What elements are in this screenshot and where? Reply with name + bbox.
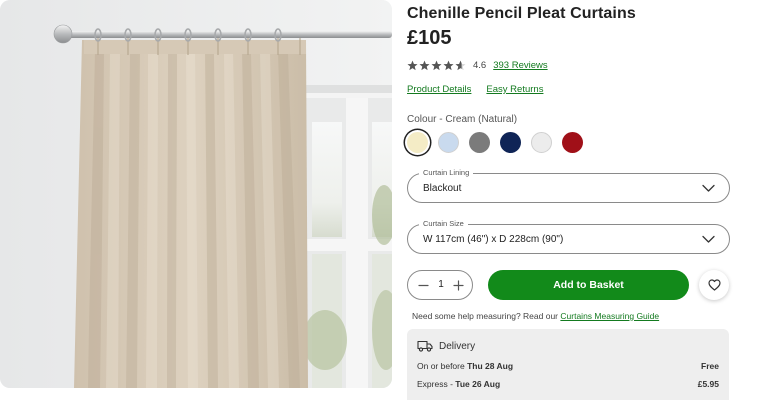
minus-icon[interactable] [417, 279, 430, 292]
delivery-date: Thu 28 Aug [467, 361, 514, 371]
heart-icon [707, 279, 721, 291]
colour-swatches [407, 132, 583, 153]
star-icon [455, 60, 466, 70]
rating-summary: 4.6 393 Reviews [407, 58, 548, 72]
star-icon [431, 60, 442, 70]
curtain-size-legend: Curtain Size [419, 219, 468, 229]
colour-swatch[interactable] [500, 132, 521, 153]
delivery-header: Delivery [417, 340, 475, 352]
chevron-down-icon [702, 235, 715, 243]
star-icon [443, 60, 454, 70]
star-icon [419, 60, 430, 70]
delivery-price: £5.95 [697, 379, 719, 389]
delivery-prefix: On or before [417, 361, 465, 371]
star-rating [407, 60, 466, 71]
chevron-down-icon [702, 184, 715, 192]
quantity-stepper: 1 [407, 270, 473, 300]
star-icon [407, 60, 418, 70]
product-title: Chenille Pencil Pleat Curtains [407, 5, 636, 22]
delivery-option-standard: On or before Thu 28 Aug Free [417, 361, 719, 371]
wishlist-button[interactable] [699, 270, 729, 300]
curtain-size-select[interactable]: Curtain Size W 117cm (46") x D 228cm (90… [407, 219, 730, 254]
delivery-date: Tue 26 Aug [455, 379, 501, 389]
colour-swatch[interactable] [407, 132, 428, 153]
delivery-price: Free [701, 361, 719, 371]
curtain-lining-select[interactable]: Curtain Lining Blackout [407, 168, 730, 203]
reviews-link[interactable]: 393 Reviews [493, 60, 547, 71]
colour-swatch[interactable] [531, 132, 552, 153]
plus-icon[interactable] [452, 279, 465, 292]
delivery-panel: Delivery On or before Thu 28 Aug Free Ex… [407, 329, 729, 400]
measuring-help: Need some help measuring? Read our Curta… [412, 311, 659, 321]
product-tabs: Product Details Easy Returns [407, 84, 543, 95]
measuring-guide-link[interactable]: Curtains Measuring Guide [560, 311, 659, 321]
product-image[interactable] [0, 0, 392, 388]
colour-swatch[interactable] [438, 132, 459, 153]
quantity-value[interactable]: 1 [437, 279, 445, 290]
add-to-basket-button[interactable]: Add to Basket [488, 270, 689, 300]
delivery-prefix: Express - [417, 379, 453, 389]
colour-label: Colour - Cream (Natural) [407, 114, 518, 125]
easy-returns-link[interactable]: Easy Returns [486, 84, 543, 95]
colour-swatch[interactable] [469, 132, 490, 153]
product-details-link[interactable]: Product Details [407, 84, 471, 95]
curtain-lining-value: Blackout [423, 183, 462, 194]
product-info-panel: Chenille Pencil Pleat Curtains £105 4.6 … [407, 0, 730, 400]
measuring-help-text: Need some help measuring? Read our [412, 311, 559, 321]
truck-icon [417, 340, 433, 352]
colour-swatch[interactable] [562, 132, 583, 153]
delivery-title: Delivery [439, 340, 476, 352]
curtain-photo [0, 0, 392, 388]
curtain-size-value: W 117cm (46") x D 228cm (90") [423, 234, 564, 245]
rating-value: 4.6 [473, 59, 487, 71]
delivery-option-express: Express - Tue 26 Aug £5.95 [417, 379, 719, 389]
curtain-lining-legend: Curtain Lining [419, 168, 474, 178]
product-price: £105 [407, 27, 452, 49]
